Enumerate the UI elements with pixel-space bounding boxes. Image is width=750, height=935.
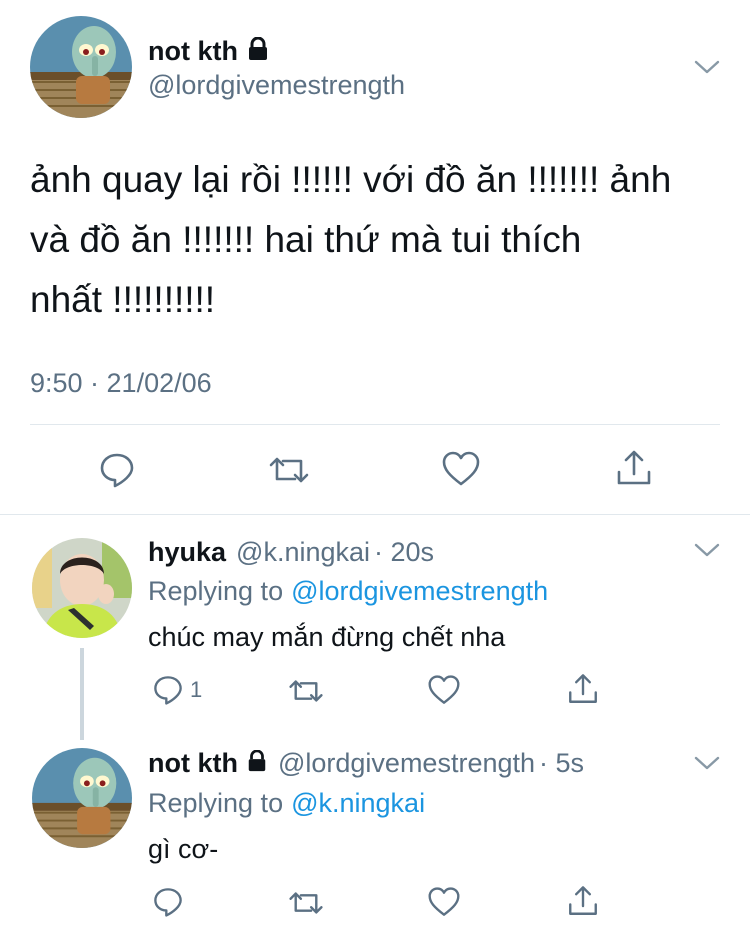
main-tweet-text: ảnh quay lại rồi !!!!!! với đồ ăn !!!!!!…	[30, 150, 730, 330]
like-button[interactable]	[427, 674, 461, 706]
tweet-text-line: và đồ ăn !!!!!!! hai thứ mà tui thích	[30, 219, 582, 260]
chevron-down-icon[interactable]	[694, 541, 720, 564]
reply-text: gì cơ-	[148, 834, 219, 864]
reply-avatar[interactable]	[32, 748, 132, 848]
reply-time[interactable]: · 20s	[374, 537, 434, 568]
share-icon	[614, 448, 654, 488]
reply-display-name[interactable]: hyuka	[148, 537, 226, 568]
reply-button[interactable]	[152, 886, 184, 918]
reply-handle[interactable]: @k.ningkai	[236, 537, 370, 568]
chevron-down-icon[interactable]	[694, 58, 720, 81]
retweet-icon	[268, 453, 310, 487]
share-icon	[566, 884, 600, 918]
reply-handle[interactable]: @lordgivemestrength	[278, 748, 535, 779]
tweet-text-line: ảnh quay lại rồi !!!!!! với đồ ăn !!!!!!…	[30, 159, 672, 200]
heart-icon	[441, 450, 481, 488]
main-tweet-timestamp[interactable]: 9:50 · 21/02/06	[30, 368, 212, 399]
reply-display-name[interactable]: not kth	[148, 748, 238, 779]
replying-to: Replying to @k.ningkai	[148, 786, 425, 820]
reply-text: chúc may mắn đừng chết nha	[148, 622, 506, 652]
reply-avatar[interactable]	[32, 538, 132, 638]
reply-button[interactable]	[98, 451, 136, 489]
lock-icon	[246, 36, 270, 66]
reply-button[interactable]: 1	[152, 674, 202, 706]
reply-icon	[152, 886, 184, 918]
like-button[interactable]	[441, 450, 481, 488]
heart-icon	[427, 674, 461, 706]
replying-to-link[interactable]: @k.ningkai	[291, 788, 425, 819]
share-button[interactable]	[566, 884, 600, 918]
reply-time[interactable]: · 5s	[539, 748, 584, 779]
squidward-avatar-image	[32, 748, 132, 848]
lock-icon	[246, 748, 268, 779]
hyuka-avatar-image	[32, 538, 132, 638]
replying-to: Replying to @lordgivemestrength	[148, 574, 548, 608]
share-icon	[566, 672, 600, 706]
main-tweet-avatar[interactable]	[30, 16, 132, 118]
thread-connector-line	[80, 648, 84, 740]
replying-to-label: Replying to	[148, 787, 284, 818]
squidward-avatar-image	[30, 16, 132, 118]
like-button[interactable]	[427, 886, 461, 918]
tweet-text-line: nhất !!!!!!!!!!	[30, 279, 216, 320]
retweet-icon	[288, 676, 324, 706]
heart-icon	[427, 886, 461, 918]
main-tweet-handle[interactable]: @lordgivemestrength	[148, 70, 405, 101]
reply-icon	[98, 451, 136, 489]
main-tweet-display-name[interactable]: not kth	[148, 36, 238, 67]
retweet-icon	[288, 888, 324, 918]
replying-to-link[interactable]: @lordgivemestrength	[291, 576, 548, 607]
divider	[30, 424, 720, 425]
retweet-button[interactable]	[268, 453, 310, 487]
share-button[interactable]	[566, 672, 600, 706]
replying-to-label: Replying to	[148, 575, 284, 606]
divider	[0, 514, 750, 515]
share-button[interactable]	[614, 448, 654, 488]
reply-icon	[152, 674, 184, 706]
retweet-button[interactable]	[288, 676, 324, 706]
reply-count: 1	[190, 677, 203, 702]
retweet-button[interactable]	[288, 888, 324, 918]
chevron-down-icon[interactable]	[694, 754, 720, 777]
